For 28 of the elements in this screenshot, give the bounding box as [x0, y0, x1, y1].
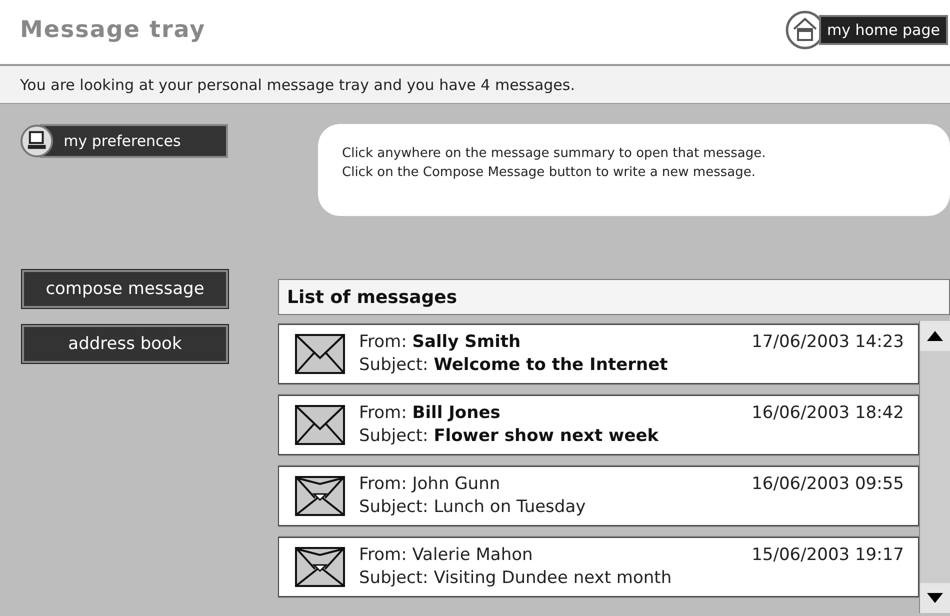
scrollbar[interactable]: [919, 321, 950, 613]
message-row[interactable]: From: Bill Jones 16/06/2003 18:42 Subject: Flower show next week: [278, 395, 919, 455]
subject-text: Subject: Visiting Dundee next month: [359, 567, 673, 590]
message-row[interactable]: From: Valerie Mahon 15/06/2003 19:17 Subject: Visiting Dundee next month: [278, 537, 919, 597]
help-text: Click on the Compose Message button to write a new message.: [342, 164, 756, 182]
subject-text: Subject: Welcome to the Internet: [359, 354, 669, 377]
scroll-up-button[interactable]: [920, 321, 950, 351]
date-time: 17/06/2003 14:23: [752, 331, 904, 354]
date-time: 15/06/2003 19:17: [752, 544, 904, 567]
down-arrow-icon: [927, 593, 943, 603]
sender-text: From: Sally Smith: [359, 331, 522, 354]
date-time: 16/06/2003 09:55: [752, 473, 904, 496]
status-message: You are looking at your personal message tray and you have 4 messages.: [0, 66, 950, 104]
subject-text: Subject: Flower show next week: [359, 425, 660, 448]
page-title: Message tray: [20, 17, 206, 43]
action-button[interactable]: address book: [22, 325, 228, 363]
action-button[interactable]: compose message: [22, 270, 228, 308]
message-row[interactable]: From: Sally Smith 17/06/2003 14:23 Subject: Welcome to the Internet: [278, 324, 919, 384]
sender-text: From: Valerie Mahon: [359, 544, 534, 567]
up-arrow-icon: [927, 331, 943, 341]
list-title: List of messages: [278, 279, 950, 315]
sender-text: From: John Gunn: [359, 473, 502, 496]
help-text: Click anywhere on the message summary to open that message.: [342, 145, 767, 163]
date-time: 16/06/2003 18:42: [752, 402, 904, 425]
message-row[interactable]: From: John Gunn 16/06/2003 09:55 Subject: Lunch on Tuesday: [278, 466, 919, 526]
scroll-down-button[interactable]: [920, 583, 950, 613]
subject-text: Subject: Lunch on Tuesday: [359, 496, 587, 519]
sender-text: From: Bill Jones: [359, 402, 502, 425]
